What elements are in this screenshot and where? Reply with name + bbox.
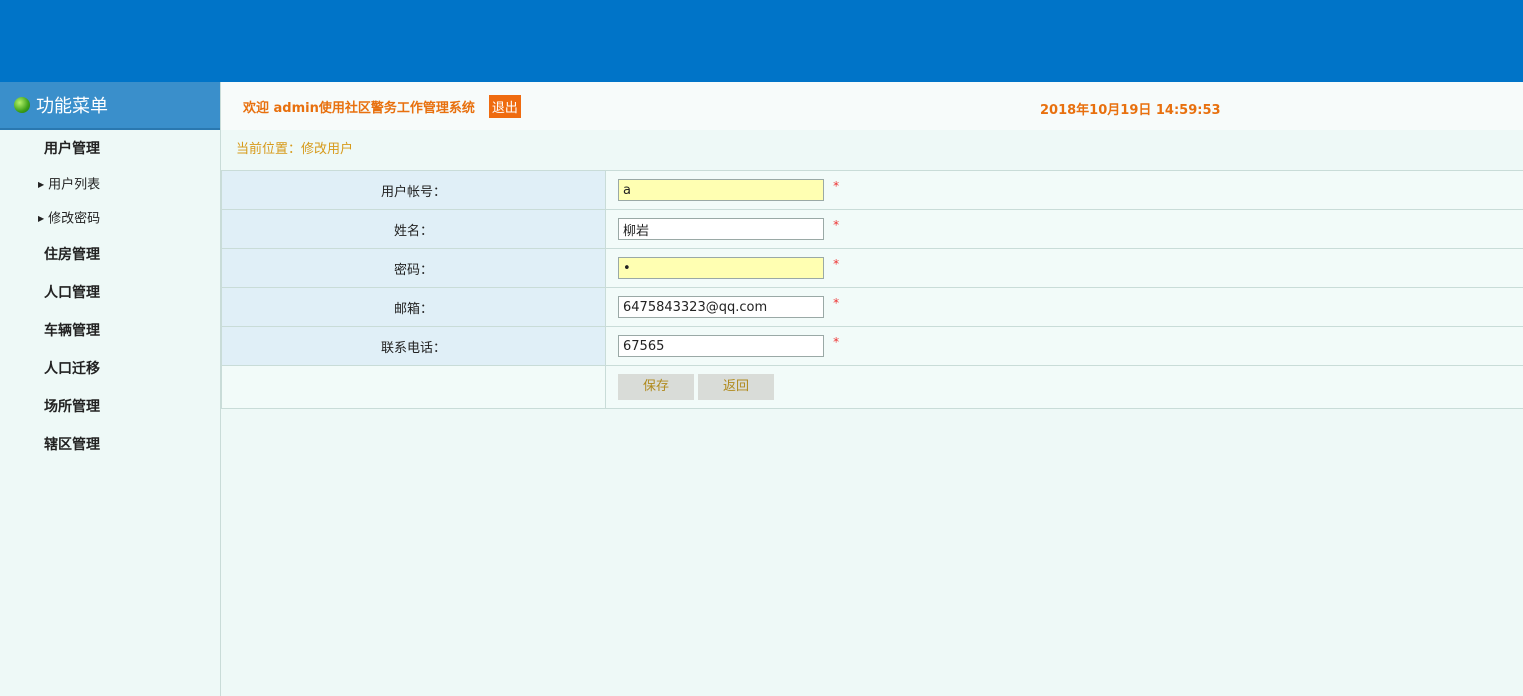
sidebar-header: 功能菜单 [0,82,220,130]
sidebar-item-population-management[interactable]: 人口管理 [0,274,220,312]
required-mark: * [833,335,840,349]
name-input[interactable] [618,218,824,240]
sidebar-item-district-management[interactable]: 辖区管理 [0,426,220,464]
top-banner [0,0,1523,82]
sidebar-item-vehicle-management[interactable]: 车辆管理 [0,312,220,350]
form-row-phone: 联系电话： * [221,326,1523,366]
sidebar-item-change-password[interactable]: ▶ 修改密码 [0,202,220,236]
sidebar-item-housing-management[interactable]: 住房管理 [0,236,220,274]
triangle-right-icon: ▶ [38,180,45,189]
sidebar-menu: 用户管理 ▶ 用户列表 ▶ 修改密码 住房管理 人口管理 车辆管理 人口迁移 场所管… [0,130,220,464]
email-label: 邮箱： [221,287,606,327]
phone-input[interactable] [618,335,824,357]
phone-label: 联系电话： [221,326,606,366]
form-buttons-row: 保存 返回 [221,365,1523,409]
sidebar-item-label: 用户列表 [48,177,101,193]
password-label: 密码： [221,248,606,288]
welcome-bar: 欢迎 admin使用社区警务工作管理系统 退出 2018年10月19日 14:5… [221,82,1523,130]
breadcrumb: 当前位置：修改用户 [221,130,1523,171]
welcome-text: 欢迎 admin使用社区警务工作管理系统 [243,100,475,116]
required-mark: * [833,257,840,271]
required-mark: * [833,179,840,193]
back-button[interactable]: 返回 [698,374,774,400]
form-row-password: 密码： * [221,248,1523,288]
edit-user-form: 用户帐号： * 姓名： * 密码： * 邮箱： * [221,171,1523,409]
password-input[interactable] [618,257,824,279]
required-mark: * [833,296,840,310]
name-label: 姓名： [221,209,606,249]
logout-button[interactable]: 退出 [488,94,521,118]
triangle-right-icon: ▶ [38,214,45,223]
form-row-name: 姓名： * [221,209,1523,249]
sidebar-item-user-list[interactable]: ▶ 用户列表 [0,168,220,202]
form-row-email: 邮箱： * [221,287,1523,327]
required-mark: * [833,218,840,232]
sidebar-item-user-management[interactable]: 用户管理 [0,130,220,168]
sidebar-item-label: 修改密码 [48,211,101,227]
sidebar-item-venue-management[interactable]: 场所管理 [0,388,220,426]
save-button[interactable]: 保存 [618,374,694,400]
account-label: 用户帐号： [221,171,606,210]
email-input[interactable] [618,296,824,318]
datetime-display: 2018年10月19日 14:59:53 [1040,103,1221,118]
menu-cube-icon [14,97,30,113]
sidebar-item-population-migration[interactable]: 人口迁移 [0,350,220,388]
main-content: 欢迎 admin使用社区警务工作管理系统 退出 2018年10月19日 14:5… [221,82,1523,696]
account-input[interactable] [618,179,824,201]
sidebar: 功能菜单 用户管理 ▶ 用户列表 ▶ 修改密码 住房管理 人口管理 车辆管理 人口迁… [0,82,221,696]
sidebar-title: 功能菜单 [36,96,108,117]
form-row-account: 用户帐号： * [221,171,1523,210]
